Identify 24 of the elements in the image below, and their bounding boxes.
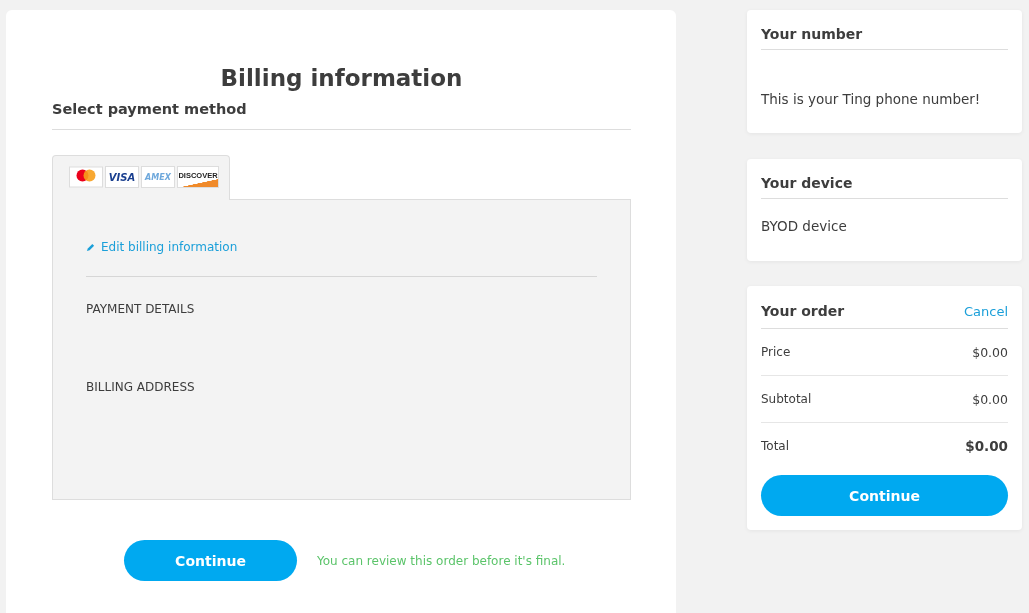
visa-logo: VISA [105, 166, 139, 188]
order-row-label: Total [761, 439, 790, 453]
page-title: Billing information [219, 64, 464, 93]
edit-billing-link[interactable]: Edit billing information [86, 239, 597, 255]
billing-address-label: BILLING ADDRESS [86, 379, 195, 395]
payment-details-label: PAYMENT DETAILS [86, 301, 195, 317]
review-note: You can review this order before it's final. [317, 553, 566, 568]
order-row-label: Price [761, 345, 791, 359]
order-row-value: $0.00 [965, 438, 1008, 454]
order-row-value: $0.00 [972, 391, 1008, 407]
continue-button[interactable]: Continue [761, 475, 1008, 516]
card-title: Your number [761, 10, 1008, 50]
amex-logo: AMEX [141, 166, 175, 188]
card-logo-icon [69, 166, 103, 188]
cancel-link[interactable]: Cancel [963, 303, 1008, 319]
card-text: BYOD device [761, 217, 848, 235]
order-row-value: $0.00 [972, 344, 1008, 360]
card-text: This is your Ting phone number! [761, 90, 982, 108]
continue-button[interactable]: Continue [124, 540, 297, 581]
pencil-icon [86, 242, 95, 252]
section-title: Select payment method [52, 100, 631, 130]
order-row-label: Subtotal [761, 392, 812, 406]
card-title: Your device [761, 159, 1008, 199]
card-title: Your order [761, 302, 845, 320]
